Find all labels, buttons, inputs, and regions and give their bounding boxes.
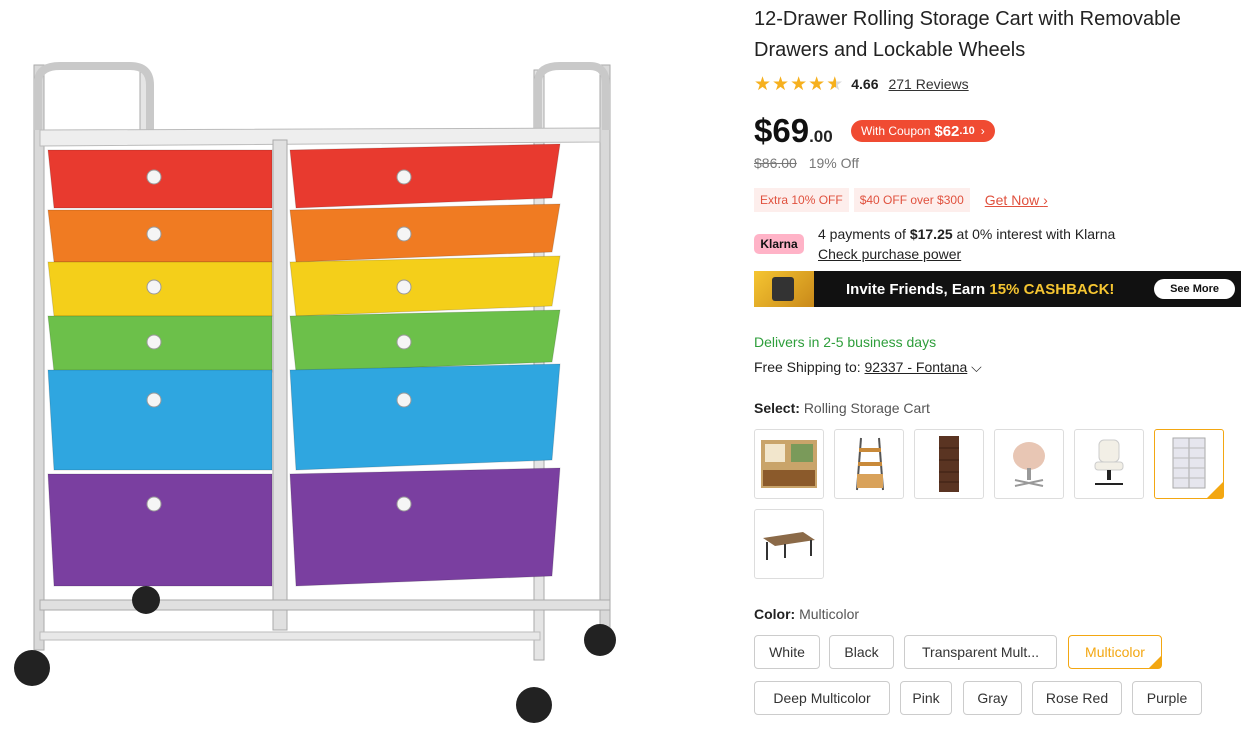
banner-highlight: 15% CASHBACK! <box>989 280 1115 298</box>
promo-extra-off: Extra 10% OFF <box>754 188 849 212</box>
drawer-knob <box>396 279 412 295</box>
drawer-knob <box>396 392 412 408</box>
drawer-blue <box>289 363 561 471</box>
promo-row: Extra 10% OFF $40 OFF over $300 Get Now … <box>754 188 1048 212</box>
drawer-purple <box>47 473 273 587</box>
original-price-row: $86.00 19% Off <box>754 155 859 171</box>
drawer-knob <box>146 496 162 512</box>
chevron-right-icon: › <box>1043 192 1048 208</box>
banner-text-pre: Invite Friends, Earn <box>846 280 990 298</box>
klarna-pre: 4 payments of <box>818 226 910 242</box>
drawer-knob <box>396 169 412 185</box>
star-icon: ★ <box>772 73 790 95</box>
star-icon: ★ <box>808 73 826 95</box>
shipping-row: Free Shipping to: 92337 - Fontana ⌵ <box>754 359 982 376</box>
coupon-badge[interactable]: With Coupon $62.10 › <box>851 120 995 142</box>
product-image[interactable] <box>0 0 650 725</box>
chevron-down-icon[interactable]: ⌵ <box>971 359 982 375</box>
drawer-yellow <box>289 255 561 317</box>
drawer-knob <box>396 496 412 512</box>
drawer-knob <box>396 334 412 350</box>
color-label-row: Color: Multicolor <box>754 606 859 622</box>
select-value: Rolling Storage Cart <box>803 400 930 416</box>
color-value: Multicolor <box>799 606 860 622</box>
klarna-terms: 4 payments of $17.25 at 0% interest with… <box>818 224 1115 244</box>
see-more-button[interactable]: See More <box>1154 279 1235 299</box>
klarna-logo: Klarna <box>754 234 804 254</box>
coupon-cents: .10 <box>959 125 975 137</box>
variant-thumb-living-room-desk[interactable] <box>754 429 824 499</box>
variant-thumb-white-desk-chair[interactable] <box>1074 429 1144 499</box>
drawer-knob <box>146 392 162 408</box>
discount-percent: 19% Off <box>808 155 860 171</box>
variant-thumb-rolling-storage-cart[interactable] <box>1154 429 1224 499</box>
color-option-deep-multicolor[interactable]: Deep Multicolor <box>754 681 890 715</box>
variant-thumb-pink-office-chair[interactable] <box>994 429 1064 499</box>
variant-thumb-ladder-shelf[interactable] <box>834 429 904 499</box>
color-option-black[interactable]: Black <box>829 635 894 669</box>
storage-cart-image <box>14 62 616 723</box>
zip-selector[interactable]: 92337 - Fontana <box>865 359 968 375</box>
select-label-row: Select: Rolling Storage Cart <box>754 400 930 416</box>
cashback-banner[interactable]: Invite Friends, Earn 15% CASHBACK! See M… <box>754 271 1241 307</box>
klarna-post: at 0% interest with Klarna <box>952 226 1116 242</box>
rating-stars: ★ ★ ★ ★ ★ <box>754 75 843 94</box>
reviews-link[interactable]: 271 Reviews <box>888 76 968 92</box>
price-row: $69 .00 <box>754 112 847 150</box>
color-option-gray[interactable]: Gray <box>963 681 1022 715</box>
coupon-label: With Coupon <box>861 124 931 138</box>
variant-thumb-bookcase[interactable] <box>914 429 984 499</box>
original-price: $86.00 <box>754 155 797 171</box>
klarna-amount: $17.25 <box>909 226 953 242</box>
price-cents: .00 <box>809 127 833 146</box>
variant-thumb-l-shaped-desk[interactable] <box>754 509 824 579</box>
color-label: Color: <box>754 606 796 622</box>
promo-over-300: $40 OFF over $300 <box>853 188 970 212</box>
drawer-blue <box>47 369 273 471</box>
drawer-purple <box>289 467 561 587</box>
color-option-transparent-multicolor[interactable]: Transparent Mult... <box>904 635 1057 669</box>
rating-row: ★ ★ ★ ★ ★ 4.66 271 Reviews <box>754 74 969 94</box>
drawer-knob <box>146 334 162 350</box>
drawer-red <box>289 143 561 209</box>
drawer-green <box>289 309 561 373</box>
banner-text: Invite Friends, Earn 15% CASHBACK! <box>846 281 1114 298</box>
rating-value: 4.66 <box>851 76 879 92</box>
delivery-estimate: Delivers in 2-5 business days <box>754 334 937 350</box>
get-now-link[interactable]: Get Now › <box>985 192 1048 208</box>
check-purchase-power-link[interactable]: Check purchase power <box>818 244 1115 264</box>
product-title: 12-Drawer Rolling Storage Cart with Remo… <box>754 8 1181 61</box>
klarna-row: Klarna 4 payments of $17.25 at 0% intere… <box>754 224 1115 264</box>
color-option-white[interactable]: White <box>754 635 820 669</box>
selected-check-icon <box>1149 656 1161 668</box>
selected-check-icon <box>1207 482 1223 498</box>
color-option-rose-red[interactable]: Rose Red <box>1032 681 1122 715</box>
chevron-right-icon: › <box>980 124 985 138</box>
product-info: 12-Drawer Rolling Storage Cart with Remo… <box>754 0 1241 725</box>
shipping-label: Free Shipping to: <box>754 359 865 375</box>
color-option-multicolor[interactable]: Multicolor <box>1068 635 1162 669</box>
star-icon: ★ <box>790 73 808 95</box>
drawer-knob <box>146 279 162 295</box>
drawer-knob <box>396 226 412 242</box>
shopping-bag-icon <box>754 271 814 307</box>
star-icon: ★ <box>754 73 772 95</box>
half-star-icon: ★ <box>826 73 844 95</box>
color-option-pink[interactable]: Pink <box>900 681 952 715</box>
drawer-knob <box>146 169 162 185</box>
price-main: $69 <box>754 112 810 149</box>
color-option-label: Multicolor <box>1085 644 1145 660</box>
get-now-label: Get Now <box>984 192 1040 208</box>
coupon-price: $62 <box>934 122 960 140</box>
select-label: Select: <box>754 400 800 416</box>
color-option-purple[interactable]: Purple <box>1132 681 1202 715</box>
drawer-knob <box>146 226 162 242</box>
drawer-orange <box>289 203 561 263</box>
